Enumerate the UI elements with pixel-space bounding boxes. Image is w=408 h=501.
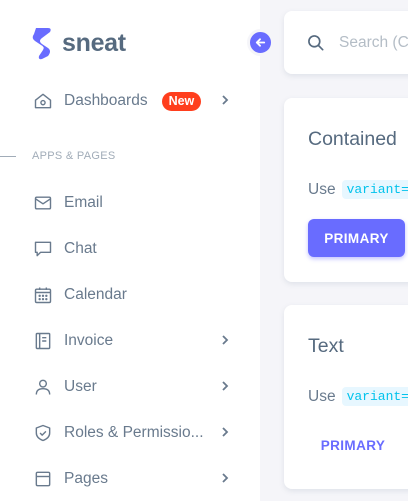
calendar-icon bbox=[32, 284, 54, 306]
arrow-left-icon bbox=[255, 38, 266, 47]
sidebar: sneat Dashboards New APPS & PAGES Email bbox=[0, 0, 260, 501]
card-title: Text bbox=[308, 335, 344, 357]
text-buttons-card: Text Use variant='t PRIMARY bbox=[284, 305, 408, 489]
section-header-apps-pages: APPS & PAGES bbox=[0, 148, 260, 164]
sneat-logo-icon bbox=[32, 28, 51, 60]
sidebar-item-roles-permissions[interactable]: Roles & Permissio... bbox=[32, 420, 236, 446]
card-description: Use variant='c bbox=[308, 180, 408, 199]
use-text: Use bbox=[308, 180, 336, 198]
sidebar-item-label: User bbox=[64, 378, 97, 395]
brand-name: sneat bbox=[62, 28, 126, 57]
primary-text-button[interactable]: PRIMARY bbox=[308, 427, 398, 463]
mail-icon bbox=[32, 192, 54, 214]
sidebar-item-label: Calendar bbox=[64, 286, 127, 303]
code-snippet: variant='c bbox=[341, 180, 408, 199]
section-divider bbox=[0, 156, 16, 157]
sidebar-item-label: Invoice bbox=[64, 332, 114, 349]
sidebar-item-calendar[interactable]: Calendar bbox=[32, 282, 236, 308]
search-icon bbox=[308, 35, 324, 51]
search-bar[interactable]: Search (C bbox=[284, 11, 408, 74]
chat-icon bbox=[32, 238, 54, 260]
sidebar-item-invoice[interactable]: Invoice bbox=[32, 328, 236, 354]
chevron-right-icon bbox=[222, 473, 229, 483]
home-icon bbox=[32, 90, 54, 112]
sidebar-collapse-button[interactable] bbox=[247, 29, 274, 56]
chevron-right-icon bbox=[222, 427, 229, 437]
sidebar-item-email[interactable]: Email bbox=[32, 190, 236, 216]
user-icon bbox=[32, 376, 54, 398]
sidebar-item-label: Roles & Permissio... bbox=[64, 424, 204, 441]
sidebar-item-label: Dashboards bbox=[64, 92, 148, 109]
sidebar-item-user[interactable]: User bbox=[32, 374, 236, 400]
search-input[interactable]: Search (C bbox=[339, 34, 408, 52]
chevron-right-icon bbox=[222, 95, 229, 105]
brand-logo[interactable]: sneat bbox=[30, 26, 126, 60]
sidebar-item-label: Chat bbox=[64, 240, 97, 257]
invoice-icon bbox=[32, 330, 54, 352]
sidebar-item-dashboards[interactable]: Dashboards New bbox=[32, 88, 236, 114]
card-description: Use variant='t bbox=[308, 387, 408, 406]
shield-check-icon bbox=[32, 422, 54, 444]
use-text: Use bbox=[308, 387, 336, 405]
chevron-right-icon bbox=[222, 381, 229, 391]
contained-buttons-card: Contained Use variant='c PRIMARY bbox=[284, 98, 408, 282]
chevron-right-icon bbox=[222, 335, 229, 345]
section-header-label: APPS & PAGES bbox=[32, 150, 116, 162]
code-snippet: variant='t bbox=[341, 387, 408, 406]
sidebar-item-chat[interactable]: Chat bbox=[32, 236, 236, 262]
card-title: Contained bbox=[308, 128, 397, 150]
sidebar-item-pages[interactable]: Pages bbox=[32, 466, 236, 492]
sidebar-item-label: Pages bbox=[64, 470, 108, 487]
sidebar-item-label: Email bbox=[64, 194, 103, 211]
pages-icon bbox=[32, 468, 54, 490]
primary-contained-button[interactable]: PRIMARY bbox=[308, 219, 405, 257]
new-badge: New bbox=[161, 91, 202, 111]
